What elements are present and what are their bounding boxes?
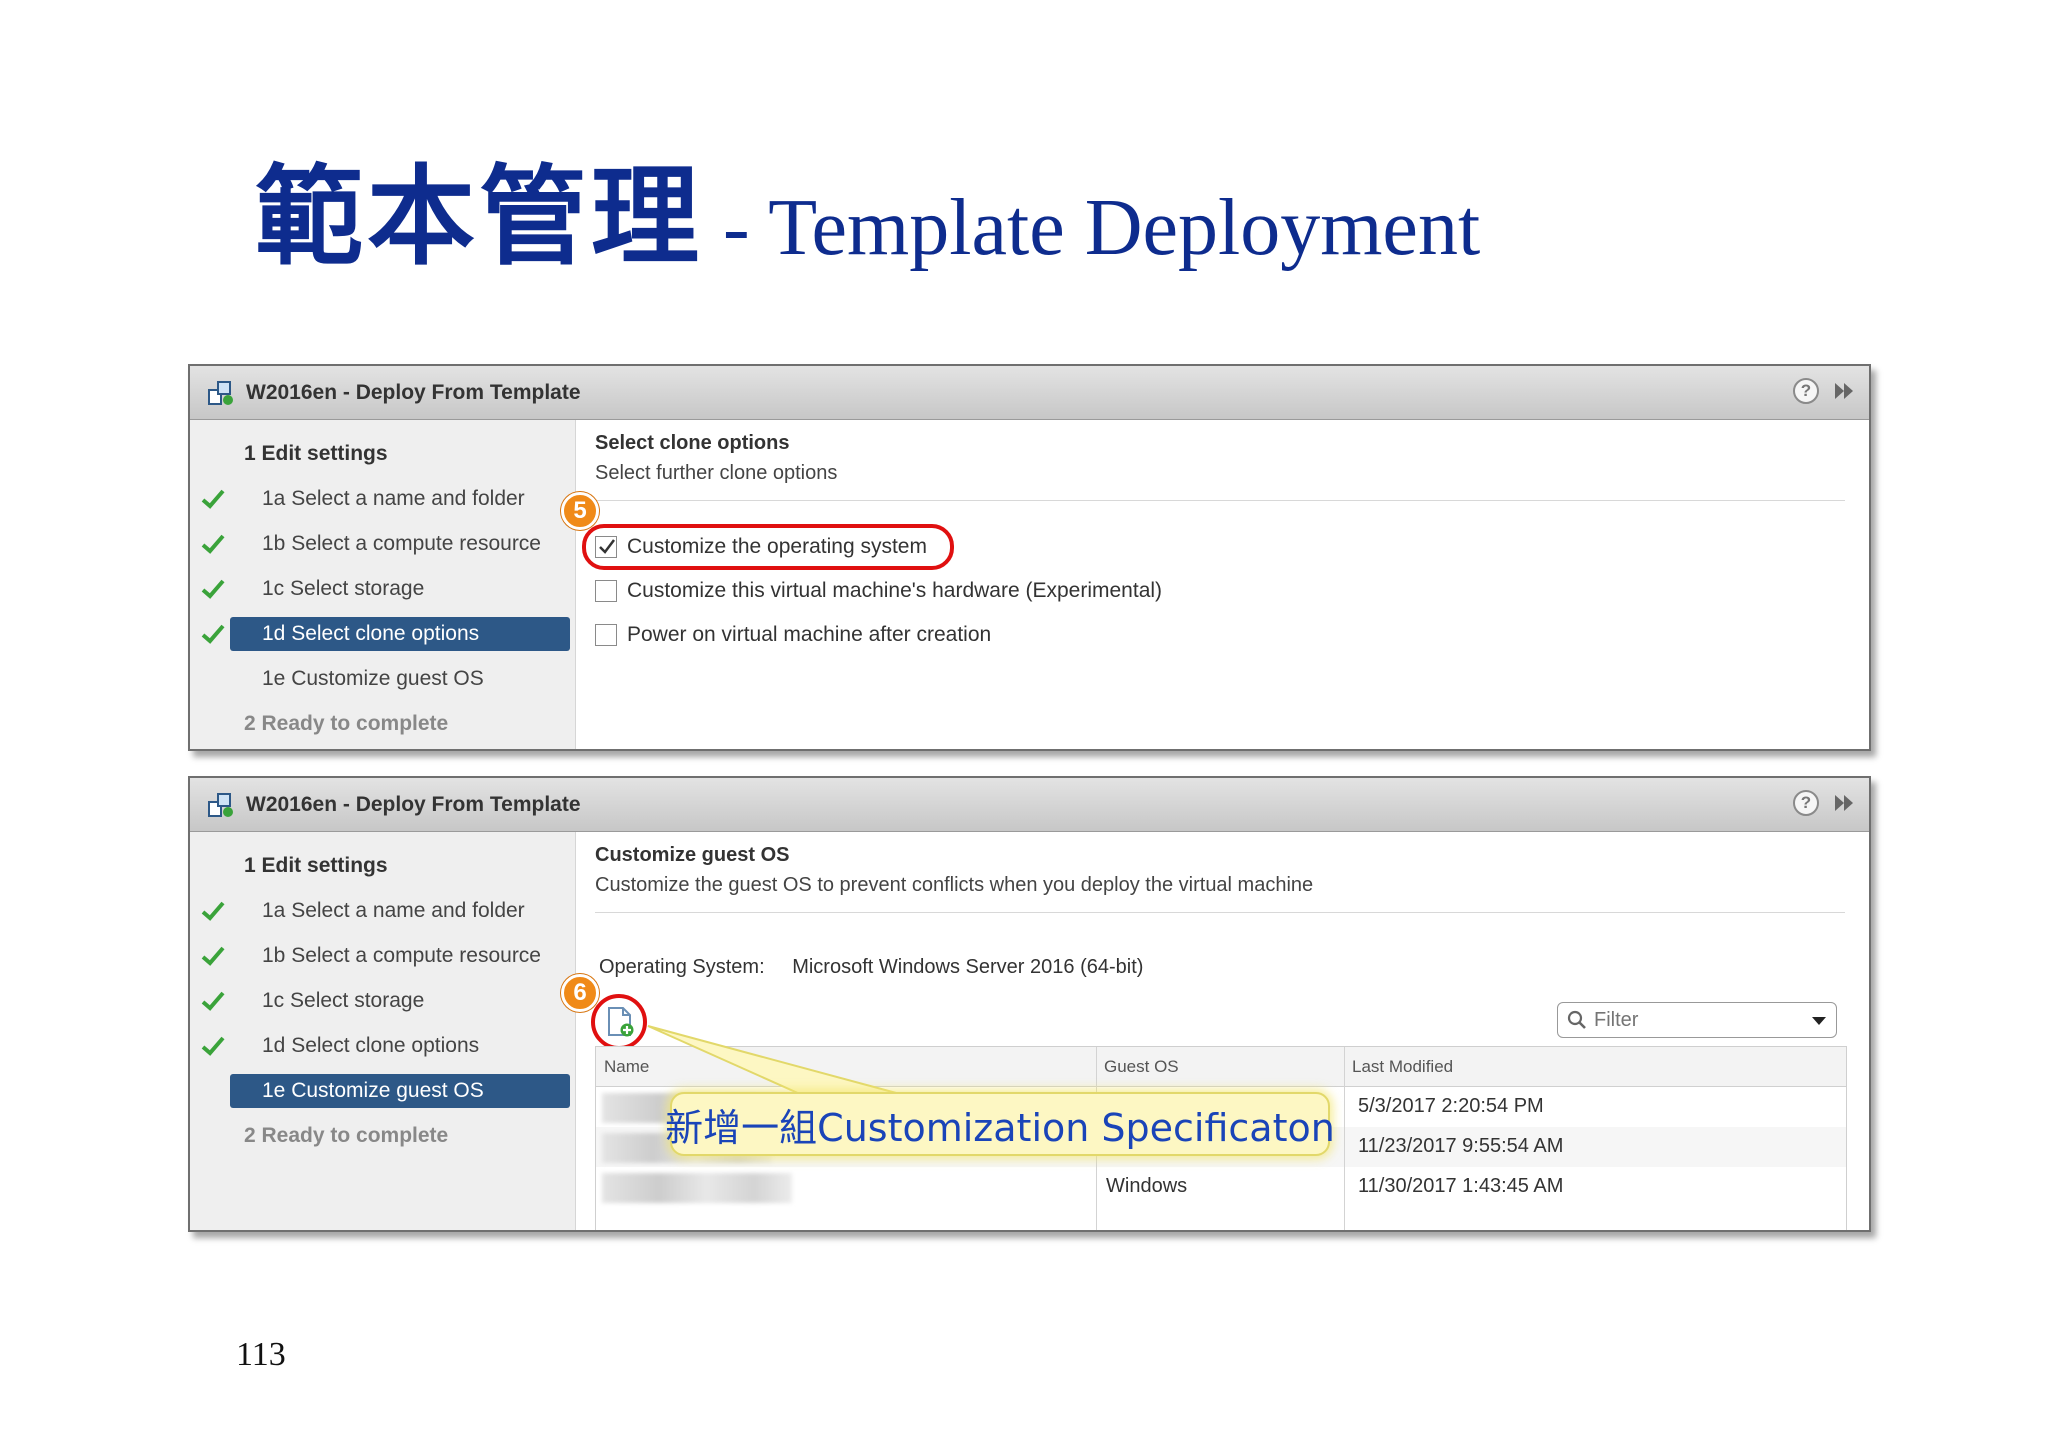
wizard-titlebar: W2016en - Deploy From Template ? (190, 366, 1869, 420)
customize-hardware-option[interactable]: Customize this virtual machine's hardwar… (595, 576, 1162, 606)
content-subheading: Customize the guest OS to prevent confli… (595, 874, 1314, 896)
fast-forward-icon[interactable] (1833, 792, 1855, 814)
chevron-down-icon[interactable] (1812, 1017, 1826, 1025)
power-on-option[interactable]: Power on virtual machine after creation (595, 620, 991, 650)
wizard-steps-nav: 1 Edit settings 1a Select a name and fol… (190, 420, 576, 749)
table-cell-last-modified: 5/3/2017 2:20:54 PM (1358, 1095, 1544, 1117)
wizard-titlebar: W2016en - Deploy From Template ? (190, 778, 1869, 832)
os-value: Microsoft Windows Server 2016 (64-bit) (792, 956, 1144, 978)
column-header-guest-os[interactable]: Guest OS (1104, 1057, 1179, 1077)
highlight-ring (582, 524, 954, 570)
divider (595, 912, 1845, 913)
wizard-title: W2016en - Deploy From Template (246, 792, 581, 816)
customize-hardware-label: Customize this virtual machine's hardwar… (627, 579, 1163, 602)
divider (595, 500, 1845, 501)
deploy-template-icon (208, 792, 233, 817)
checkmark-icon (201, 489, 225, 509)
deploy-template-icon (208, 380, 233, 405)
slide-title-chinese: 範本管理 (255, 154, 704, 280)
slide-title: 範本管理 - Template Deployment (255, 130, 1480, 280)
content-heading: Customize guest OS (595, 844, 790, 866)
table-cell-guest-os: Windows (1106, 1175, 1188, 1197)
help-icon[interactable]: ? (1793, 790, 1819, 816)
customize-hardware-checkbox[interactable] (595, 580, 617, 602)
table-cell-last-modified: 11/23/2017 9:55:54 AM (1358, 1135, 1564, 1157)
table-row[interactable]: Windows 11/30/2017 1:43:45 AM (596, 1167, 1846, 1207)
checkmark-icon (201, 534, 225, 554)
callout-annotation: 新增一組Customization Specificaton (665, 1092, 1335, 1156)
redacted-name (602, 1173, 792, 1203)
wizard-title: W2016en - Deploy From Template (246, 380, 581, 404)
column-header-name[interactable]: Name (604, 1057, 649, 1077)
wizard-steps-nav: 1 Edit settings 1a Select a name and fol… (190, 832, 576, 1230)
checkmark-icon (201, 991, 225, 1011)
checkmark-icon (201, 946, 225, 966)
checkmark-icon (201, 624, 225, 644)
deploy-wizard-clone-options: W2016en - Deploy From Template ? 1 Edit … (188, 364, 1871, 751)
power-on-checkbox[interactable] (595, 624, 617, 646)
operating-system-row: Operating System: Microsoft Windows Serv… (599, 956, 1143, 979)
page-number: 113 (236, 1336, 286, 1373)
content-subheading: Select further clone options (595, 462, 838, 484)
deploy-wizard-customize-guest-os: W2016en - Deploy From Template ? 1 Edit … (188, 776, 1871, 1232)
step-badge-5: 5 (561, 492, 599, 530)
content-heading: Select clone options (595, 432, 790, 454)
fast-forward-icon[interactable] (1833, 380, 1855, 402)
power-on-label: Power on virtual machine after creation (627, 623, 992, 646)
step-badge-6: 6 (561, 974, 599, 1012)
highlight-circle (591, 994, 647, 1050)
filter-input[interactable] (1594, 1008, 1794, 1032)
wizard-content: Customize guest OS Customize the guest O… (577, 832, 1869, 1230)
search-icon (1567, 1010, 1586, 1029)
table-cell-last-modified: 11/30/2017 1:43:45 AM (1358, 1175, 1564, 1197)
filter-box[interactable] (1557, 1002, 1837, 1038)
table-header: Name Guest OS Last Modified (596, 1047, 1846, 1087)
help-icon[interactable]: ? (1793, 378, 1819, 404)
checkmark-icon (201, 901, 225, 921)
slide-title-english: - Template Deployment (723, 184, 1481, 272)
checkmark-icon (201, 579, 225, 599)
wizard-content: Select clone options Select further clon… (577, 420, 1869, 749)
checkmark-icon (201, 1036, 225, 1056)
column-separator (1344, 1047, 1345, 1230)
os-label: Operating System: (599, 956, 765, 978)
column-header-last-modified[interactable]: Last Modified (1352, 1057, 1453, 1077)
